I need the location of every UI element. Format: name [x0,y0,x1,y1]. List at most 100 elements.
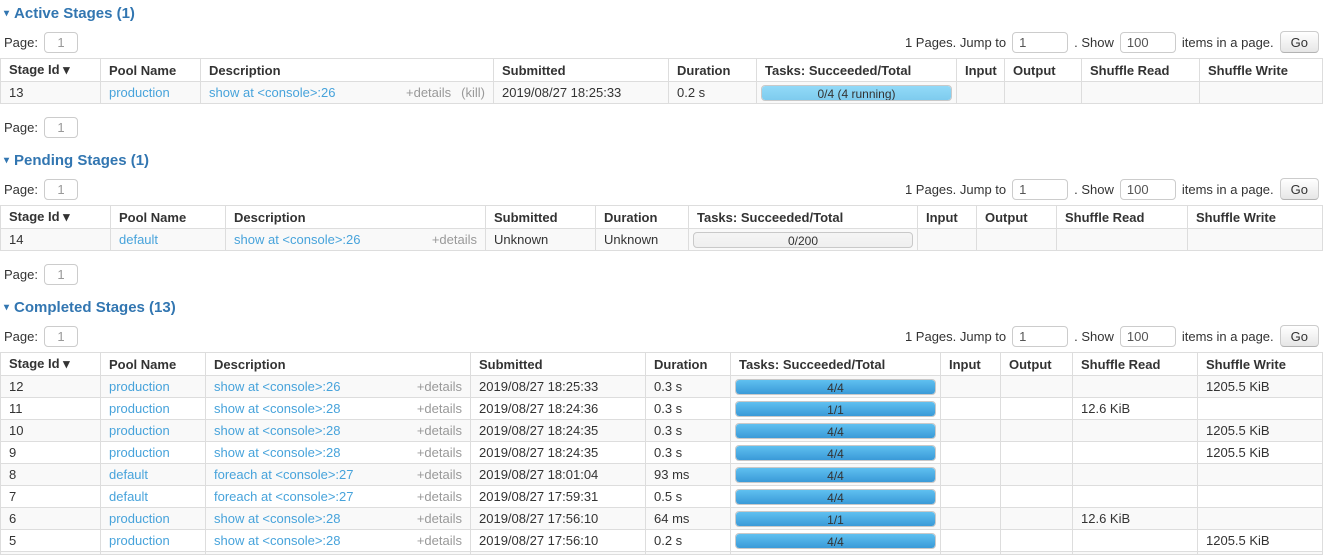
column-header-output[interactable]: Output [1001,353,1073,376]
stage-row: 7defaultforeach at <console>:27+details2… [1,486,1323,508]
pool-name-link[interactable]: production [109,85,170,100]
column-header-tasks-progress[interactable]: Tasks: Succeeded/Total [689,206,918,229]
input-cell [941,530,1001,552]
column-header-submitted[interactable]: Submitted [486,206,596,229]
stage-row: 12productionshow at <console>:26+details… [1,376,1323,398]
submitted-cell: 2019/08/27 18:24:35 [471,420,646,442]
column-header-shuffle-write[interactable]: Shuffle Write [1200,59,1323,82]
column-header-tasks-progress[interactable]: Tasks: Succeeded/Total [731,353,941,376]
page-number-input[interactable] [44,264,78,285]
column-header-pool-name[interactable]: Pool Name [101,59,201,82]
go-button[interactable]: Go [1280,325,1319,347]
column-header-output[interactable]: Output [1005,59,1082,82]
column-header-description[interactable]: Description [226,206,486,229]
empty-cell [1073,552,1198,555]
stage-section: ▾ Pending Stages (1) Page: 1 Pages. Jump… [0,152,1323,285]
description-link[interactable]: show at <console>:28 [214,445,340,460]
description-link[interactable]: show at <console>:28 [214,423,340,438]
page-number-input[interactable] [44,117,78,138]
shuffle-write-cell [1188,229,1323,251]
pool-name-link[interactable]: default [109,489,148,504]
jump-to-input[interactable] [1012,179,1068,200]
description-link[interactable]: show at <console>:26 [214,379,340,394]
empty-cell [646,552,731,555]
stage-row: 10productionshow at <console>:28+details… [1,420,1323,442]
column-header-tasks-progress[interactable]: Tasks: Succeeded/Total [757,59,957,82]
column-header-duration[interactable]: Duration [596,206,689,229]
section-heading[interactable]: ▾ Pending Stages (1) [4,152,1323,169]
details-link[interactable]: +details [432,232,477,247]
column-header-stage-id[interactable]: Stage Id ▾ [1,206,111,229]
column-header-stage-id[interactable]: Stage Id ▾ [1,353,101,376]
pool-name-link[interactable]: default [119,232,158,247]
show-count-input[interactable] [1120,326,1176,347]
description-link[interactable]: show at <console>:26 [209,85,335,100]
pool-name-link[interactable]: production [109,445,170,460]
details-link[interactable]: +details [417,401,462,416]
pool-name-link[interactable]: default [109,467,148,482]
details-link[interactable]: +details [417,423,462,438]
pool-name-link[interactable]: production [109,533,170,548]
pool-name-link[interactable]: production [109,379,170,394]
pool-name-link[interactable]: production [109,511,170,526]
description-link[interactable]: show at <console>:28 [214,511,340,526]
kill-link[interactable]: (kill) [461,85,485,100]
details-link[interactable]: +details [417,467,462,482]
collapse-arrow-icon: ▾ [4,303,9,313]
description-link[interactable]: foreach at <console>:27 [214,489,354,504]
pool-name-link[interactable]: production [109,401,170,416]
section-heading[interactable]: ▾ Completed Stages (13) [4,299,1323,316]
jump-to-input[interactable] [1012,326,1068,347]
pagination-controls: 1 Pages. Jump to . Show items in a page.… [905,178,1319,200]
column-header-shuffle-read[interactable]: Shuffle Read [1082,59,1200,82]
description-link[interactable]: show at <console>:26 [234,232,360,247]
details-link[interactable]: +details [406,85,451,100]
go-button[interactable]: Go [1280,178,1319,200]
column-header-duration[interactable]: Duration [646,353,731,376]
description-link[interactable]: show at <console>:28 [214,533,340,548]
details-link[interactable]: +details [417,379,462,394]
column-header-description[interactable]: Description [206,353,471,376]
column-header-shuffle-read[interactable]: Shuffle Read [1057,206,1188,229]
description-link[interactable]: foreach at <console>:27 [214,467,354,482]
column-header-submitted[interactable]: Submitted [494,59,669,82]
description-link[interactable]: show at <console>:28 [214,401,340,416]
column-header-input[interactable]: Input [957,59,1005,82]
column-header-submitted[interactable]: Submitted [471,353,646,376]
tasks-progress-bar: 4/4 [735,489,936,505]
tasks-progress-cell: 4/4 [731,376,941,398]
tasks-progress-bar: 4/4 [735,379,936,395]
pool-name-cell: production [101,376,206,398]
column-header-pool-name[interactable]: Pool Name [101,353,206,376]
pagination-controls: 1 Pages. Jump to . Show items in a page.… [905,325,1319,347]
show-count-input[interactable] [1120,179,1176,200]
tasks-progress-label: 4/4 [736,446,935,461]
column-header-shuffle-write[interactable]: Shuffle Write [1188,206,1323,229]
pool-name-link[interactable]: production [109,423,170,438]
column-header-input[interactable]: Input [941,353,1001,376]
page-number-input[interactable] [44,32,78,53]
details-link[interactable]: +details [417,511,462,526]
jump-to-input[interactable] [1012,32,1068,53]
input-cell [941,464,1001,486]
section-heading[interactable]: ▾ Active Stages (1) [4,5,1323,22]
page-number-input[interactable] [44,326,78,347]
column-header-duration[interactable]: Duration [669,59,757,82]
column-header-stage-id[interactable]: Stage Id ▾ [1,59,101,82]
details-link[interactable]: +details [417,445,462,460]
column-header-shuffle-read[interactable]: Shuffle Read [1073,353,1198,376]
column-header-output[interactable]: Output [977,206,1057,229]
details-link[interactable]: +details [417,533,462,548]
output-cell [1001,398,1073,420]
details-link[interactable]: +details [417,489,462,504]
column-header-shuffle-write[interactable]: Shuffle Write [1198,353,1323,376]
column-header-input[interactable]: Input [918,206,977,229]
collapse-arrow-icon: ▾ [4,9,9,19]
go-button[interactable]: Go [1280,31,1319,53]
column-header-description[interactable]: Description [201,59,494,82]
page-number-input[interactable] [44,179,78,200]
shuffle-write-cell [1198,398,1323,420]
tasks-progress-label: 0/4 (4 running) [762,86,951,101]
show-count-input[interactable] [1120,32,1176,53]
column-header-pool-name[interactable]: Pool Name [111,206,226,229]
